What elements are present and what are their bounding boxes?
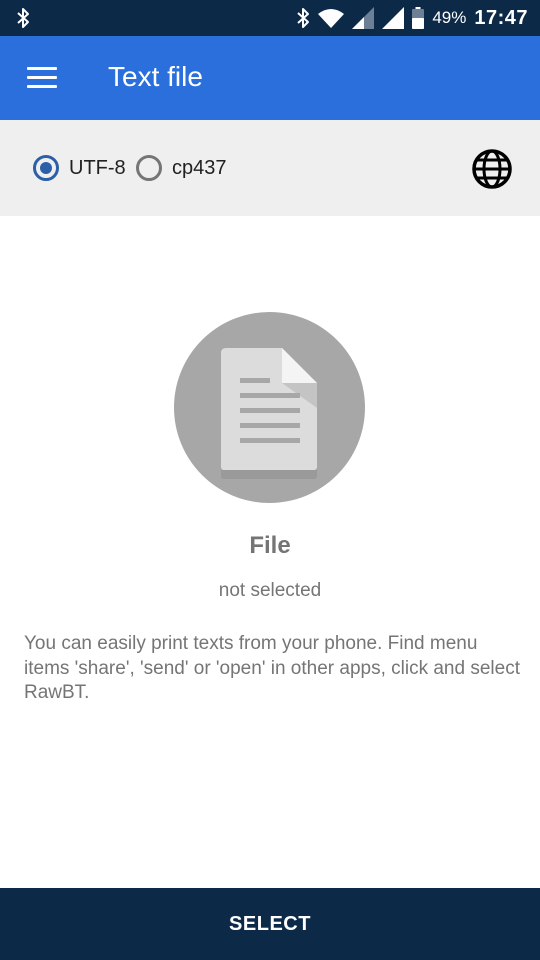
encoding-option-label: cp437 — [172, 156, 227, 179]
globe-icon[interactable] — [471, 148, 513, 190]
wifi-icon — [318, 9, 345, 28]
status-clock: 17:47 — [474, 6, 528, 29]
screen: 49% 17:47 Text file UTF-8 cp437 File not… — [0, 0, 540, 960]
file-status: not selected — [218, 580, 322, 601]
select-button[interactable]: SELECT — [0, 888, 540, 960]
status-bar: 49% 17:47 — [0, 0, 540, 36]
app-bar: Text file — [0, 36, 540, 120]
page-title: Text file — [108, 61, 203, 92]
battery-icon — [412, 7, 425, 29]
document-icon — [221, 348, 317, 479]
battery-percent: 49% — [432, 8, 467, 27]
radio-checked-icon[interactable] — [33, 155, 59, 181]
encoding-option-cp437[interactable]: cp437 — [136, 152, 227, 184]
signal-icon — [382, 7, 405, 29]
encoding-option-utf8[interactable]: UTF-8 — [33, 152, 126, 184]
bluetooth-icon — [17, 8, 29, 28]
radio-unchecked-icon[interactable] — [136, 155, 162, 181]
encoding-option-label: UTF-8 — [69, 156, 126, 179]
bluetooth-icon — [297, 8, 310, 28]
menu-icon[interactable] — [27, 67, 57, 89]
encoding-bar: UTF-8 cp437 — [0, 120, 540, 216]
status-icons: 49% 17:47 — [288, 0, 528, 36]
signal-icon — [352, 7, 375, 29]
file-placeholder — [174, 312, 365, 503]
help-text: You can easily print texts from your pho… — [24, 633, 520, 703]
file-title: File — [249, 532, 291, 559]
